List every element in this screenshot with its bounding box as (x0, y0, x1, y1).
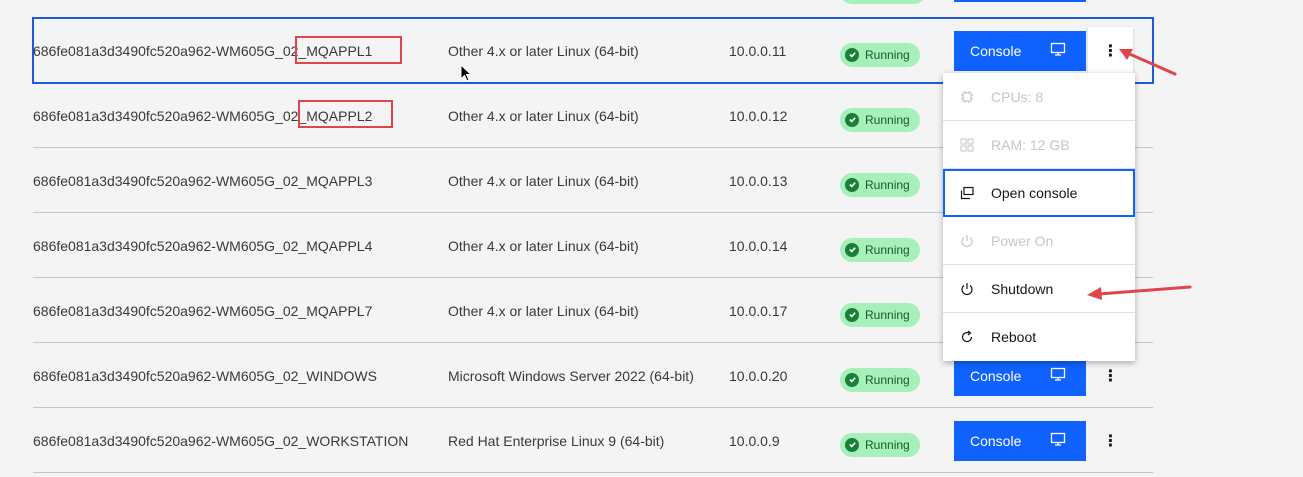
vm-status: Running (840, 278, 920, 343)
vm-name: 686fe081a3d3490fc520a962-WM605G_02_MQAPP… (33, 302, 373, 319)
status-label: Running (865, 372, 910, 387)
menu-item-label: Power On (991, 232, 1054, 249)
menu-item-label: Open console (991, 184, 1078, 201)
checkmark-icon (845, 112, 859, 127)
menu-item-reboot[interactable]: Reboot (943, 313, 1135, 361)
kebab-icon: ⋮ (1102, 42, 1119, 60)
vm-ip: 10.0.0.9 (729, 432, 780, 449)
vm-os: Red Hat Enterprise Linux 9 (64-bit) (448, 432, 665, 449)
overflow-cell: ⋮ (1088, 408, 1133, 473)
vm-ip: 10.0.0.14 (729, 237, 788, 254)
memory-icon (959, 137, 975, 153)
kebab-icon: ⋮ (1102, 367, 1119, 385)
status-badge: Running (840, 172, 920, 197)
checkmark-icon (845, 437, 859, 452)
vm-status: Running (840, 148, 920, 213)
vm-name: 686fe081a3d3490fc520a962-WM605G_02_MQAPP… (33, 107, 373, 124)
vm-ip: 10.0.0.11 (729, 42, 787, 59)
console-button-label: Console (970, 42, 1022, 59)
vm-status: Running (840, 408, 920, 473)
vm-os: Other 4.x or later Linux (64-bit) (448, 302, 639, 319)
monitor-icon (1050, 366, 1066, 385)
console-button-label: Console (970, 432, 1022, 449)
overflow-menu: CPUs: 8 RAM: 12 GB Open console Power On… (943, 73, 1135, 361)
vm-name: 686fe081a3d3490fc520a962-WM605G_02_MQAPP… (33, 172, 373, 189)
console-button[interactable]: Console (954, 355, 1086, 396)
vm-os: Other 4.x or later Linux (64-bit) (448, 237, 639, 254)
overflow-menu-button[interactable]: ⋮ (1088, 417, 1133, 465)
status-badge: Running (840, 432, 920, 457)
status-label: Running (865, 112, 910, 127)
vm-name: 686fe081a3d3490fc520a962-WM605G_02_MQAPP… (33, 42, 373, 59)
cpu-icon (959, 89, 975, 105)
table-row[interactable]: 686fe081a3d3490fc520a962-WM605G_02_WORKS… (33, 408, 1153, 473)
vm-os: Other 4.x or later Linux (64-bit) (448, 172, 639, 189)
vm-ip: 10.0.0.17 (729, 302, 788, 319)
console-button[interactable]: Console (954, 30, 1086, 71)
vm-os: Other 4.x or later Linux (64-bit) (448, 42, 639, 59)
menu-item-cpus: CPUs: 8 (943, 73, 1135, 121)
overflow-menu-button[interactable]: ⋮ (1088, 26, 1133, 75)
vm-actions: Console (954, 408, 1086, 473)
vm-ip: 10.0.0.13 (729, 172, 788, 189)
console-button[interactable]: Console (954, 420, 1086, 461)
vm-ip: 10.0.0.12 (729, 107, 788, 124)
vm-ip: 10.0.0.20 (729, 367, 788, 384)
kebab-icon: ⋮ (1102, 432, 1119, 450)
checkmark-icon (845, 242, 859, 257)
menu-item-power-on: Power On (943, 217, 1135, 265)
monitor-icon (1050, 431, 1066, 450)
open-console-icon (959, 185, 975, 201)
menu-item-ram: RAM: 12 GB (943, 121, 1135, 169)
checkmark-icon (845, 307, 859, 322)
vm-name: 686fe081a3d3490fc520a962-WM605G_02_WORKS… (33, 432, 409, 449)
vm-name: 686fe081a3d3490fc520a962-WM605G_02_WINDO… (33, 367, 377, 384)
checkmark-icon (845, 177, 859, 192)
status-badge-partial (840, 0, 926, 4)
status-badge: Running (840, 42, 920, 67)
menu-item-label: CPUs: 8 (991, 88, 1044, 105)
menu-item-label: RAM: 12 GB (991, 136, 1070, 153)
checkmark-icon (845, 372, 859, 387)
vm-status: Running (840, 343, 920, 408)
vm-status: Running (840, 18, 920, 83)
menu-item-label: Shutdown (991, 280, 1054, 297)
vm-os: Microsoft Windows Server 2022 (64-bit) (448, 367, 694, 384)
menu-item-open-console[interactable]: Open console (943, 169, 1135, 217)
menu-item-label: Reboot (991, 329, 1037, 345)
status-label: Running (865, 307, 910, 322)
status-badge: Running (840, 302, 920, 327)
power-icon (959, 281, 975, 297)
menu-item-shutdown[interactable]: Shutdown (943, 265, 1135, 313)
status-badge: Running (840, 107, 920, 132)
restart-icon (959, 329, 975, 345)
console-button-label: Console (970, 367, 1022, 384)
status-label: Running (865, 437, 910, 452)
vm-status: Running (840, 213, 920, 278)
console-button-partial[interactable] (954, 0, 1086, 2)
status-badge: Running (840, 237, 920, 262)
vm-os: Other 4.x or later Linux (64-bit) (448, 107, 639, 124)
status-badge: Running (840, 367, 920, 392)
monitor-icon (1050, 41, 1066, 60)
power-icon (959, 233, 975, 249)
status-label: Running (865, 177, 910, 192)
status-label: Running (865, 242, 910, 257)
status-label: Running (865, 47, 910, 62)
vm-name: 686fe081a3d3490fc520a962-WM605G_02_MQAPP… (33, 237, 373, 254)
checkmark-icon (845, 47, 859, 62)
vm-status: Running (840, 83, 920, 148)
